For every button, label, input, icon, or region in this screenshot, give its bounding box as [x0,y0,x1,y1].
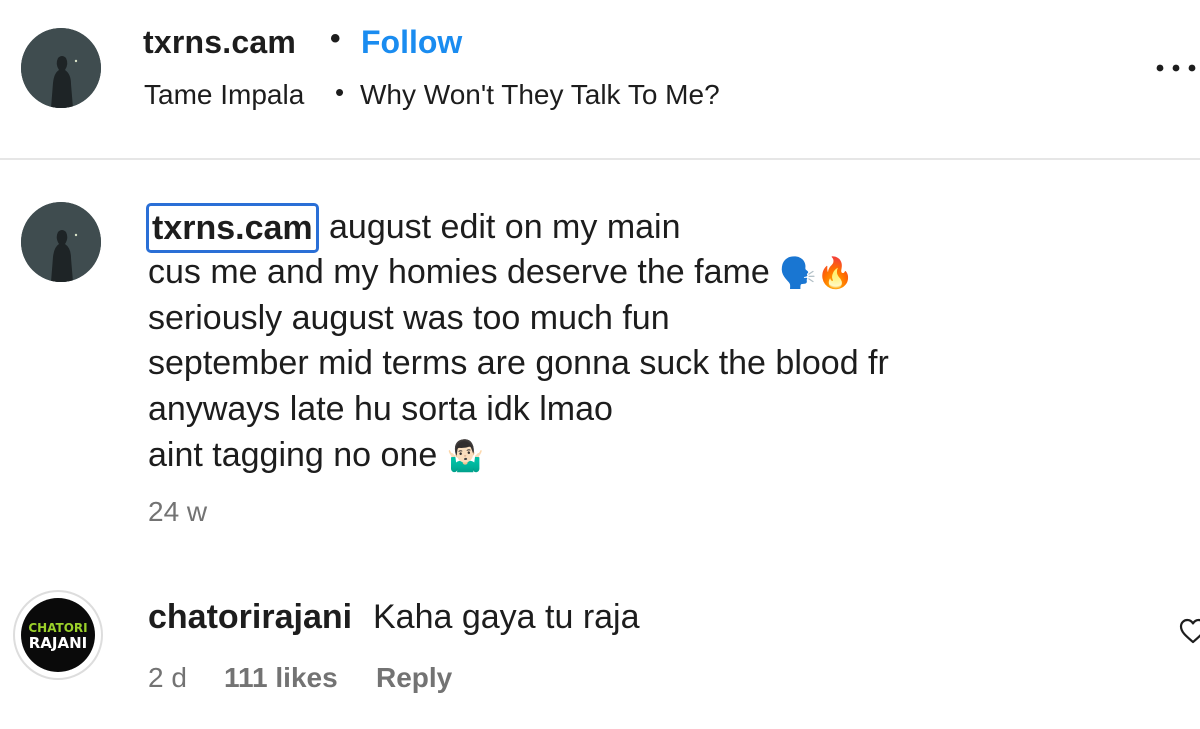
caption-line: september mid terms are gonna suck the b… [148,344,889,382]
caption-line: seriously august was too much fun [148,299,670,337]
caption-line: aint tagging no one 🤷🏻‍♂️ [148,434,484,478]
commenter-avatar[interactable]: CHATORI RAJANI [13,590,103,680]
comment-text: Kaha gaya tu raja [373,598,640,636]
comment-likes-count[interactable]: 111 likes [224,662,338,694]
caption-line: august edit on my main [329,208,681,246]
follow-button[interactable]: Follow [361,24,462,61]
caption-username-link[interactable]: txrns.cam [146,203,319,253]
caption-line: cus me and my homies deserve the fame 🗣️… [148,251,854,295]
author-avatar[interactable] [21,28,101,108]
caption-line-text: aint tagging no one [148,436,438,474]
heart-icon[interactable] [1178,616,1200,646]
shrug-emoji-icon: 🤷🏻‍♂️ [446,439,485,474]
post-header: txrns.cam • Follow Tame Impala • Why Won… [0,0,1200,160]
more-options-icon[interactable] [1152,58,1200,78]
audio-artist[interactable]: Tame Impala [144,79,304,111]
reply-button[interactable]: Reply [376,662,452,694]
avatar-photo-icon [21,202,101,282]
avatar-photo-icon [21,28,101,108]
separator-dot: • [330,22,341,55]
comment-timestamp[interactable]: 2 d [148,662,187,694]
svg-text:CHATORI: CHATORI [28,621,87,635]
caption-timestamp[interactable]: 24 w [148,496,207,528]
caption-line: anyways late hu sorta idk lmao [148,390,613,428]
svg-text:RAJANI: RAJANI [29,634,87,652]
separator-dot: • [335,77,345,107]
chatori-rajani-logo-icon: CHATORI RAJANI [21,598,95,672]
caption-author-avatar[interactable] [21,202,101,282]
commenter-username[interactable]: chatorirajani [148,598,352,637]
author-username[interactable]: txrns.cam [143,24,296,61]
audio-title[interactable]: Why Won't They Talk To Me? [360,79,720,111]
speaking-fire-emoji-icon: 🗣️🔥 [779,256,854,291]
caption-line-text: cus me and my homies deserve the fame [148,253,770,291]
